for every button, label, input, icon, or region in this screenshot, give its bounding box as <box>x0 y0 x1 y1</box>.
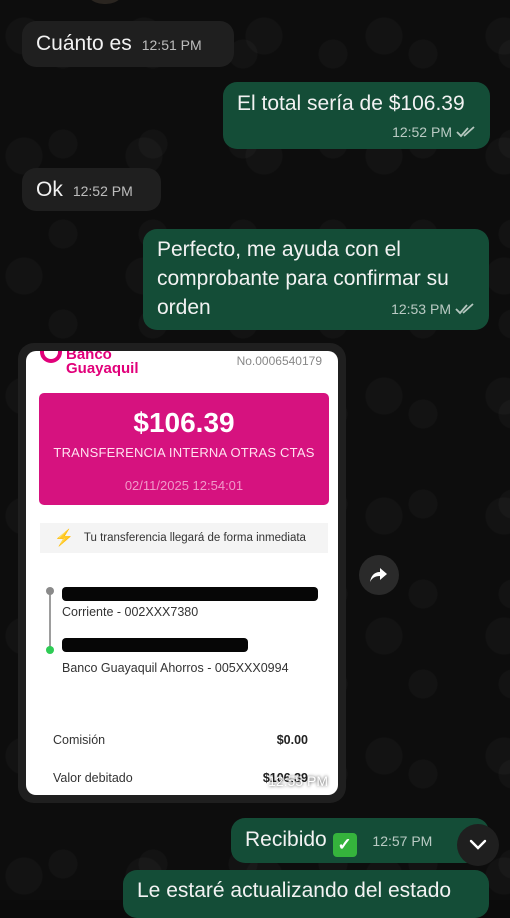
lightning-icon: ⚡ <box>54 530 74 547</box>
message-time: 12:57 PM <box>372 833 433 849</box>
outgoing-message[interactable]: Perfecto, me ayuda con el comprobante pa… <box>143 229 489 330</box>
image-message[interactable]: Banco Guayaquil No.0006540179 $106.39 TR… <box>18 343 346 803</box>
fee-value: $0.00 <box>276 733 308 747</box>
source-dot <box>46 587 54 595</box>
forward-arrow-icon <box>370 568 387 582</box>
transfer-type: TRANSFERENCIA INTERNA OTRAS CTAS <box>53 445 315 460</box>
destination-dot <box>46 646 54 654</box>
message-line: comprobante para confirmar su <box>157 267 449 290</box>
outgoing-message[interactable]: Recibido ✓ 12:57 PM <box>231 818 489 863</box>
message-time: 12:52 PM <box>392 124 452 140</box>
message-line: Perfecto, me ayuda con el <box>157 238 401 261</box>
message-meta: 12:53 PM <box>381 293 475 322</box>
double-check-icon <box>455 303 474 315</box>
message-text: El total sería de $106.39 <box>237 92 465 115</box>
bank-logo: Banco Guayaquil <box>40 351 139 376</box>
transfer-notice: ⚡ Tu transferencia llegará de forma inme… <box>40 523 328 553</box>
route-line <box>49 592 51 652</box>
message-line: orden <box>157 296 211 319</box>
bank-logo-text: Banco Guayaquil <box>66 351 139 376</box>
amount-card: $106.39 TRANSFERENCIA INTERNA OTRAS CTAS… <box>39 393 329 505</box>
incoming-message[interactable]: Cuánto es 12:51 PM <box>22 21 234 67</box>
receipt-number: No.0006540179 <box>236 354 322 368</box>
message-time: 12:55 PM <box>268 773 328 789</box>
message-time: 12:52 PM <box>72 183 133 199</box>
redacted-source-name <box>62 587 318 601</box>
message-text: Cuánto es <box>36 32 132 55</box>
message-text: Le estaré actualizando del estado <box>137 879 452 902</box>
transfer-amount: $106.39 <box>133 407 235 438</box>
check-mark-emoji: ✓ <box>332 833 357 857</box>
message-text: Recibido <box>245 828 327 851</box>
incoming-message[interactable]: Ok 12:52 PM <box>22 168 161 211</box>
source-account: Corriente - 002XXX7380 <box>62 605 199 619</box>
bank-logo-icon <box>40 351 62 363</box>
notice-text: Tu transferencia llegará de forma inmedi… <box>83 532 306 544</box>
message-meta: 12:52 PM <box>237 116 476 145</box>
message-time: 12:53 PM <box>391 301 451 317</box>
forward-button[interactable] <box>359 555 399 595</box>
debit-label: Valor debitado <box>53 771 133 785</box>
scroll-to-bottom-button[interactable] <box>457 824 499 866</box>
outgoing-message[interactable]: El total sería de $106.39 12:52 PM <box>223 82 490 149</box>
message-text: Ok <box>36 178 63 201</box>
bank-name-line2: Guayaquil <box>66 360 139 377</box>
message-time: 12:51 PM <box>141 37 202 53</box>
redacted-destination-name <box>62 638 248 652</box>
bank-receipt-image[interactable]: Banco Guayaquil No.0006540179 $106.39 TR… <box>26 351 338 795</box>
outgoing-message-partial[interactable]: Le estaré actualizando del estado <box>123 870 489 918</box>
double-check-icon <box>456 126 475 138</box>
transfer-date: 02/11/2025 12:54:01 <box>124 478 244 493</box>
fee-label: Comisión <box>53 733 106 747</box>
destination-account: Banco Guayaquil Ahorros - 005XXX0994 <box>62 661 289 675</box>
chevron-down-icon <box>469 839 487 850</box>
